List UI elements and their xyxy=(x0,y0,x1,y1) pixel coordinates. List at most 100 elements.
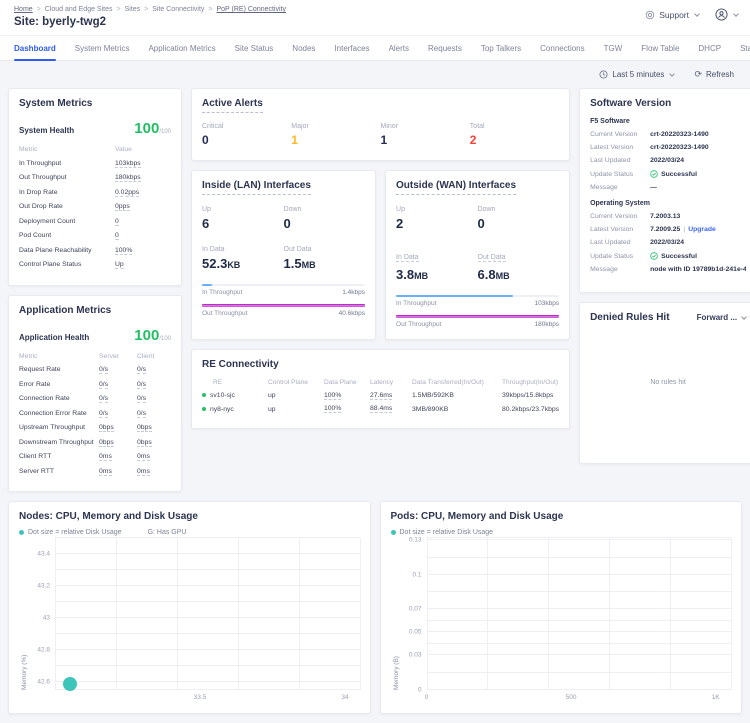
data-plane-value[interactable]: 100% xyxy=(324,405,341,413)
metric-value[interactable]: 0pps xyxy=(115,203,130,211)
chart-legend: Dot size = relative Disk UsageG: Has GPU xyxy=(19,529,360,536)
tab-top-talkers[interactable]: Top Talkers xyxy=(481,36,521,60)
metric-server-value[interactable]: 0bps xyxy=(99,424,114,432)
metric-value[interactable]: 180kbps xyxy=(115,174,141,182)
metric-value[interactable]: 0.02pps xyxy=(115,189,139,197)
table-row: Control Plane StatusUp xyxy=(19,261,171,269)
tab-alerts[interactable]: Alerts xyxy=(389,36,409,60)
metric-client-value[interactable]: 0/s xyxy=(137,366,146,374)
gridline xyxy=(427,689,732,690)
tab-nodes[interactable]: Nodes xyxy=(292,36,315,60)
gridline xyxy=(427,672,732,673)
metric-client-value[interactable]: 0/s xyxy=(137,381,146,389)
in-data-label[interactable]: In Data xyxy=(396,254,419,262)
up-label: Up xyxy=(396,206,478,213)
breadcrumb-item-site-connectivity[interactable]: Site Connectivity xyxy=(152,6,204,13)
metric-value[interactable]: 0 xyxy=(115,218,119,226)
x-tick-label: 34 xyxy=(341,694,348,701)
gridline xyxy=(55,538,56,690)
data-transferred-value: 3MB/890KB xyxy=(412,406,502,413)
metric-client-value[interactable]: 0bps xyxy=(137,424,152,432)
data-plane-value[interactable]: 100% xyxy=(324,392,341,400)
alert-label: Minor xyxy=(381,123,470,130)
tab-flow-table[interactable]: Flow Table xyxy=(641,36,679,60)
column-header: Server xyxy=(99,353,137,360)
metric-client-value[interactable]: 0bps xyxy=(137,439,152,447)
tab-dhcp[interactable]: DHCP xyxy=(698,36,721,60)
software-value-text: Successful xyxy=(661,253,697,260)
application-health-row: Application Health 100/100 xyxy=(19,327,171,345)
gridline xyxy=(360,538,361,690)
gridline xyxy=(55,689,360,690)
out-throughput-label: Out Throughput xyxy=(202,310,247,317)
metric-server-value[interactable]: 0/s xyxy=(99,381,108,389)
metric-server-value[interactable]: 0ms xyxy=(99,453,112,461)
gridline xyxy=(55,537,360,538)
software-label: Latest Version xyxy=(590,144,650,151)
software-version-card: Software Version F5 SoftwareCurrent Vers… xyxy=(579,88,750,293)
support-menu[interactable]: Support xyxy=(645,10,699,20)
tab-requests[interactable]: Requests xyxy=(428,36,462,60)
gridline xyxy=(55,585,360,586)
metric-value[interactable]: Up xyxy=(115,261,124,269)
system-metrics-card: System Metrics System Health 100/100 Met… xyxy=(8,88,182,286)
account-menu[interactable] xyxy=(715,8,738,21)
software-version-body: F5 SoftwareCurrent Versioncrt-20220323-1… xyxy=(590,118,746,273)
table-header: Metric Server Client xyxy=(19,353,171,360)
metric-server-value[interactable]: 0/s xyxy=(99,366,108,374)
lan-interfaces-card: Inside (LAN) Interfaces Up6 Down0 In Dat… xyxy=(191,170,376,340)
tab-tgw[interactable]: TGW xyxy=(604,36,623,60)
alert-stat-critical: Critical0 xyxy=(202,123,291,147)
tab-site-status[interactable]: Site Status xyxy=(235,36,274,60)
software-row: Current Versioncrt-20220323-1490 xyxy=(590,131,746,138)
metric-client-value[interactable]: 0/s xyxy=(137,395,146,403)
out-data-label[interactable]: Out Data xyxy=(478,254,506,262)
metric-value[interactable]: 100% xyxy=(115,247,132,255)
breadcrumb-item-sites[interactable]: Sites xyxy=(125,6,141,13)
metric-value[interactable]: 103kbps xyxy=(115,160,141,168)
system-metrics-table: In Throughput103kbpsOut Throughput180kbp… xyxy=(19,160,171,270)
tab-status-objects[interactable]: Status Objects xyxy=(740,36,750,60)
metric-server-value[interactable]: 0bps xyxy=(99,439,114,447)
metric-client-value[interactable]: 0/s xyxy=(137,410,146,418)
y-tick-label: 0.03 xyxy=(409,652,422,659)
metric-server-value[interactable]: 0ms xyxy=(99,468,112,476)
breadcrumb-item-home[interactable]: Home xyxy=(14,6,33,13)
tab-application-metrics[interactable]: Application Metrics xyxy=(148,36,215,60)
software-value-text: crt-20220323-1490 xyxy=(650,131,709,138)
legend-label: G: Has GPU xyxy=(148,529,187,536)
tab-interfaces[interactable]: Interfaces xyxy=(334,36,369,60)
up-label: Up xyxy=(202,206,284,213)
metric-server-value[interactable]: 0/s xyxy=(99,395,108,403)
y-tick-label: 0.05 xyxy=(409,629,422,636)
metric-client-value[interactable]: 0ms xyxy=(137,453,150,461)
tab-connections[interactable]: Connections xyxy=(540,36,584,60)
dropdown-value: Forward ... xyxy=(697,313,737,322)
latency-value[interactable]: 88.4ms xyxy=(370,405,392,413)
card-title: System Metrics xyxy=(19,98,171,109)
metric-server-value[interactable]: 0/s xyxy=(99,410,108,418)
chevron-down-icon xyxy=(733,11,739,17)
metric-client-value[interactable]: 0ms xyxy=(137,468,150,476)
nodes-scatter-chart: Memory (%) 42.642.84343.243.433.534 xyxy=(19,538,360,704)
in-data-label: In Data xyxy=(202,246,284,253)
latency-value[interactable]: 27.6ms xyxy=(370,392,392,400)
breadcrumb-item-cloud-and-edge-sites[interactable]: Cloud and Edge Sites xyxy=(45,6,113,13)
rules-direction-dropdown[interactable]: Forward ... xyxy=(697,313,746,322)
active-alerts-link[interactable]: Active Alerts xyxy=(202,98,263,113)
software-value: Successful xyxy=(650,170,746,178)
time-range-selector[interactable]: Last 5 minutes xyxy=(599,70,674,79)
lan-interfaces-link[interactable]: Inside (LAN) Interfaces xyxy=(202,180,311,195)
metric-label: Server RTT xyxy=(19,468,99,476)
card-title: Software Version xyxy=(590,98,746,109)
data-point[interactable] xyxy=(63,677,77,691)
wan-interfaces-link[interactable]: Outside (WAN) Interfaces xyxy=(396,180,516,195)
gridline xyxy=(487,538,488,690)
refresh-button[interactable]: ⟳ Refresh xyxy=(694,69,734,80)
re-name-cell: ny8-nyc xyxy=(202,406,268,413)
tab-dashboard[interactable]: Dashboard xyxy=(14,36,56,60)
upgrade-link[interactable]: Upgrade xyxy=(688,226,716,233)
breadcrumb-item-pop-re-connectivity[interactable]: PoP (RE) Connectivity xyxy=(216,6,286,13)
tab-system-metrics[interactable]: System Metrics xyxy=(75,36,130,60)
metric-value[interactable]: 0 xyxy=(115,232,119,240)
